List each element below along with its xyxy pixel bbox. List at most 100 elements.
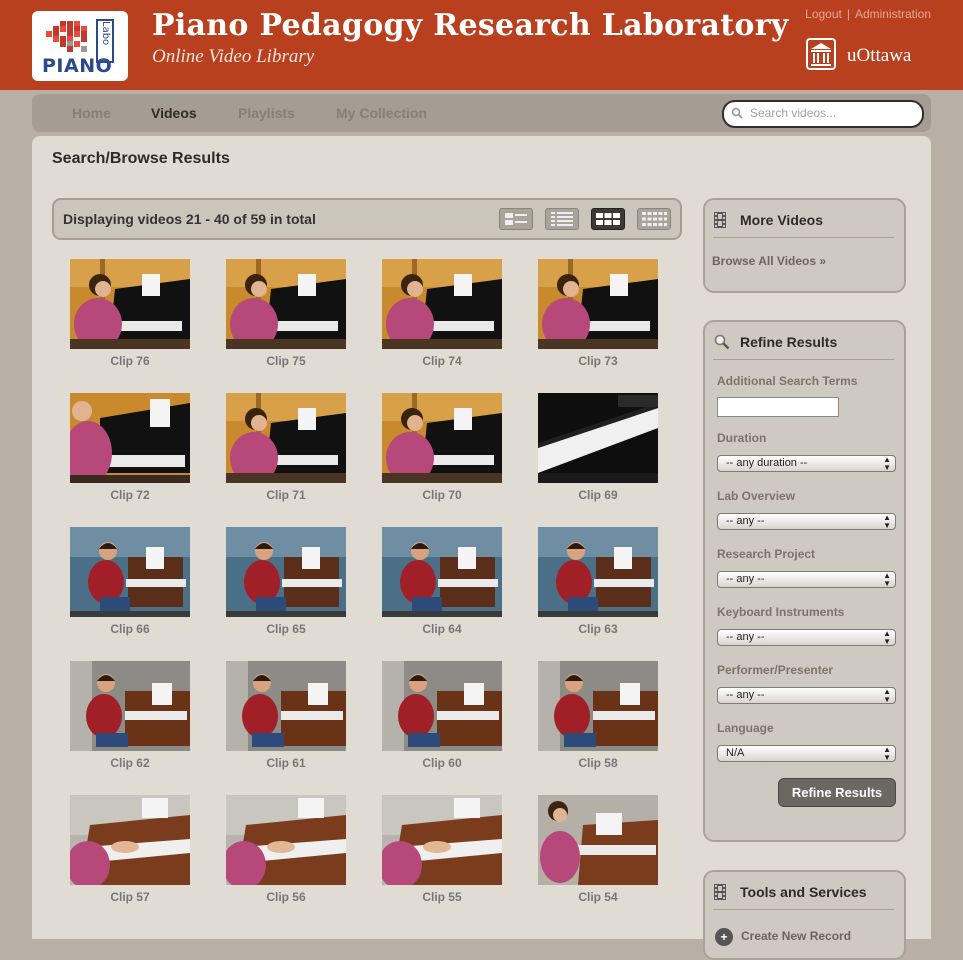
video-title[interactable]: Clip 64 — [382, 622, 502, 636]
video-thumbnail-image[interactable] — [226, 259, 346, 349]
video-thumbnail-card[interactable]: Clip 57 — [70, 795, 190, 904]
video-title[interactable]: Clip 58 — [538, 756, 658, 770]
video-thumbnail-card[interactable]: Clip 66 — [70, 527, 190, 636]
search-icon — [731, 107, 743, 119]
video-thumbnail-image[interactable] — [226, 661, 346, 751]
panel-divider — [713, 909, 894, 910]
create-new-record-link[interactable]: + Create New Record — [715, 928, 851, 946]
video-title[interactable]: Clip 74 — [382, 354, 502, 368]
additional-search-terms-input[interactable] — [717, 397, 839, 417]
video-title[interactable]: Clip 70 — [382, 488, 502, 502]
nav-videos[interactable]: Videos — [151, 105, 197, 121]
panel-divider — [713, 359, 894, 360]
video-thumbnail-card[interactable]: Clip 56 — [226, 795, 346, 904]
video-thumbnail-image[interactable] — [226, 795, 346, 885]
video-thumbnail-image[interactable] — [382, 527, 502, 617]
video-thumbnail-image[interactable] — [538, 527, 658, 617]
video-thumbnail-card[interactable]: Clip 65 — [226, 527, 346, 636]
refine-results-panel: Refine Results Additional Search Terms D… — [703, 320, 906, 842]
video-thumbnail-image[interactable] — [382, 661, 502, 751]
video-thumbnail-image[interactable] — [70, 527, 190, 617]
search-input[interactable] — [748, 105, 917, 121]
video-thumbnail-image[interactable] — [70, 661, 190, 751]
keyboard-instruments-select[interactable]: -- any -- ▲ ▼ — [717, 629, 896, 646]
film-strip-icon — [714, 884, 726, 900]
video-thumbnail-card[interactable]: Clip 58 — [538, 661, 658, 770]
video-thumbnail-card[interactable]: Clip 75 — [226, 259, 346, 368]
video-title[interactable]: Clip 69 — [538, 488, 658, 502]
video-title[interactable]: Clip 76 — [70, 354, 190, 368]
language-select[interactable]: N/A ▲ ▼ — [717, 745, 896, 762]
video-thumbnail-card[interactable]: Clip 60 — [382, 661, 502, 770]
view-small-grid-button[interactable] — [637, 208, 671, 230]
video-title[interactable]: Clip 55 — [382, 890, 502, 904]
create-new-record-label: Create New Record — [741, 929, 852, 944]
video-title[interactable]: Clip 65 — [226, 622, 346, 636]
video-thumbnail-image[interactable] — [226, 393, 346, 483]
video-title[interactable]: Clip 57 — [70, 890, 190, 904]
keyboard-instruments-value: -- any -- — [726, 631, 765, 643]
video-thumbnail-card[interactable]: Clip 72 — [70, 393, 190, 502]
video-title[interactable]: Clip 56 — [226, 890, 346, 904]
lab-overview-label: Lab Overview — [717, 489, 796, 503]
video-thumbnail-image[interactable] — [70, 393, 190, 483]
video-thumbnail-image[interactable] — [538, 259, 658, 349]
refine-results-title: Refine Results — [740, 334, 838, 350]
video-thumbnail-card[interactable]: Clip 61 — [226, 661, 346, 770]
tools-services-panel: Tools and Services + Create New Record — [703, 870, 906, 960]
view-compact-list-button[interactable] — [545, 208, 579, 230]
refine-results-button[interactable]: Refine Results — [778, 778, 896, 807]
duration-select[interactable]: -- any duration -- ▲ ▼ — [717, 455, 896, 472]
video-title[interactable]: Clip 66 — [70, 622, 190, 636]
video-thumbnail-image[interactable] — [538, 661, 658, 751]
logout-link[interactable]: Logout — [805, 7, 842, 21]
video-title[interactable]: Clip 71 — [226, 488, 346, 502]
video-thumbnail-image[interactable] — [382, 259, 502, 349]
nav-playlists[interactable]: Playlists — [238, 105, 295, 121]
research-project-label: Research Project — [717, 547, 816, 561]
browse-all-videos-link[interactable]: Browse All Videos » — [712, 254, 826, 268]
video-title[interactable]: Clip 75 — [226, 354, 346, 368]
video-thumbnail-image[interactable] — [70, 795, 190, 885]
research-project-select[interactable]: -- any -- ▲ ▼ — [717, 571, 896, 588]
video-thumbnail-card[interactable]: Clip 71 — [226, 393, 346, 502]
video-thumbnail-image[interactable] — [70, 259, 190, 349]
video-title[interactable]: Clip 61 — [226, 756, 346, 770]
video-thumbnail-card[interactable]: Clip 62 — [70, 661, 190, 770]
nav-home[interactable]: Home — [72, 105, 111, 121]
video-thumbnail-card[interactable]: Clip 69 — [538, 393, 658, 502]
video-thumbnail-card[interactable]: Clip 73 — [538, 259, 658, 368]
video-title[interactable]: Clip 63 — [538, 622, 658, 636]
performer-presenter-select[interactable]: -- any -- ▲ ▼ — [717, 687, 896, 704]
video-thumbnail-card[interactable]: Clip 63 — [538, 527, 658, 636]
video-thumbnail-card[interactable]: Clip 54 — [538, 795, 658, 904]
video-title[interactable]: Clip 73 — [538, 354, 658, 368]
video-thumbnail-card[interactable]: Clip 55 — [382, 795, 502, 904]
video-thumbnail-card[interactable]: Clip 76 — [70, 259, 190, 368]
video-title[interactable]: Clip 60 — [382, 756, 502, 770]
video-thumbnail-image[interactable] — [382, 393, 502, 483]
select-arrows-icon: ▲ ▼ — [883, 571, 891, 588]
administration-link[interactable]: Administration — [855, 7, 931, 21]
piano-labo-logo[interactable]: Labo PIANO — [32, 11, 128, 81]
video-title[interactable]: Clip 72 — [70, 488, 190, 502]
video-thumbnail-image[interactable] — [538, 795, 658, 885]
search-box[interactable] — [722, 100, 924, 128]
video-thumbnail-card[interactable]: Clip 74 — [382, 259, 502, 368]
view-grid-button[interactable] — [591, 208, 625, 230]
nav-my-collection[interactable]: My Collection — [336, 105, 427, 121]
video-thumbnail-image[interactable] — [226, 527, 346, 617]
lab-overview-select[interactable]: -- any -- ▲ ▼ — [717, 513, 896, 530]
video-thumbnail-image[interactable] — [382, 795, 502, 885]
main-content: Search/Browse Results Displaying videos … — [32, 136, 931, 960]
select-arrows-icon: ▲ ▼ — [883, 513, 891, 530]
site-title[interactable]: Piano Pedagogy Research Laboratory — [152, 8, 789, 43]
video-title[interactable]: Clip 62 — [70, 756, 190, 770]
video-thumbnail-card[interactable]: Clip 64 — [382, 527, 502, 636]
video-title[interactable]: Clip 54 — [538, 890, 658, 904]
view-detail-list-button[interactable] — [499, 208, 533, 230]
video-thumbnail-card[interactable]: Clip 70 — [382, 393, 502, 502]
video-thumbnail-image[interactable] — [538, 393, 658, 483]
results-count: Displaying videos 21 - 40 of 59 in total — [63, 211, 316, 227]
logo-piano-text: PIANO — [42, 55, 113, 77]
